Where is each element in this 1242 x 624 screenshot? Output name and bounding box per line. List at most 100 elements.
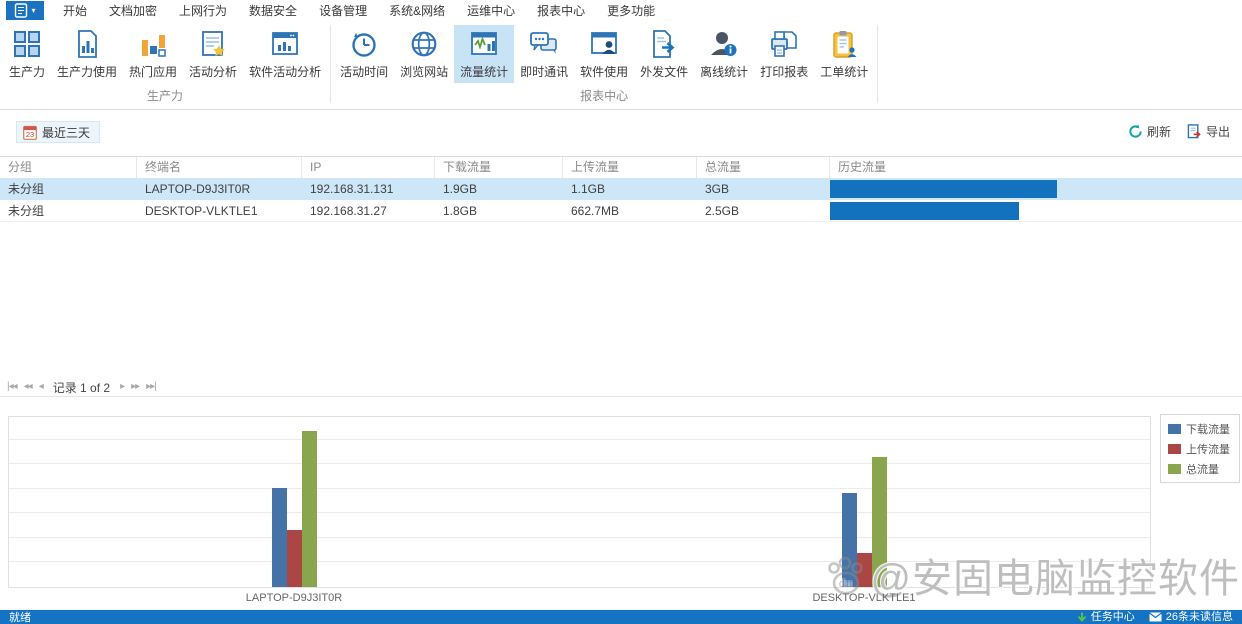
tab-internet-behavior[interactable]: 上网行为 bbox=[168, 0, 238, 23]
task-center-button[interactable]: 任务中心 bbox=[1077, 610, 1135, 624]
ribbon-item-software-activity-analysis[interactable]: 软件活动分析 bbox=[243, 25, 327, 83]
col-header-download[interactable]: 下载流量 bbox=[435, 157, 563, 178]
unread-messages-button[interactable]: 26条未读信息 bbox=[1149, 610, 1233, 624]
tab-data-security[interactable]: 数据安全 bbox=[238, 0, 308, 23]
mail-icon bbox=[1149, 612, 1162, 622]
first-page-icon[interactable]: |◂◂ bbox=[7, 381, 17, 393]
col-header-terminal[interactable]: 终端名 bbox=[137, 157, 302, 178]
ribbon-item-label: 生产力使用 bbox=[57, 63, 117, 80]
cell-ip: 192.168.31.27 bbox=[302, 200, 435, 221]
ribbon-item-label: 活动分析 bbox=[189, 63, 237, 80]
svg-text:23: 23 bbox=[26, 130, 34, 139]
col-header-upload[interactable]: 上传流量 bbox=[563, 157, 697, 178]
cell-total: 2.5GB bbox=[697, 200, 830, 221]
tab-report-center[interactable]: 报表中心 bbox=[526, 0, 596, 23]
ribbon-group-label: 报表中心 bbox=[331, 86, 877, 109]
col-header-ip[interactable]: IP bbox=[302, 157, 435, 178]
export-button[interactable]: 导出 bbox=[1187, 123, 1230, 140]
col-header-total[interactable]: 总流量 bbox=[697, 157, 830, 178]
doc-star-icon bbox=[198, 29, 228, 59]
hot-apps-bars-icon bbox=[138, 29, 168, 59]
tab-start[interactable]: 开始 bbox=[52, 0, 98, 23]
ribbon-item-instant-messaging[interactable]: 即时通讯 bbox=[514, 25, 574, 83]
report-toolbar: 23 最近三天 刷新 导出 bbox=[0, 110, 1242, 156]
legend-swatch bbox=[1168, 424, 1181, 434]
unread-messages-label: 26条未读信息 bbox=[1166, 610, 1233, 624]
menu-tabs: 开始 文档加密 上网行为 数据安全 设备管理 系统&网络 运维中心 报表中心 更… bbox=[52, 0, 666, 23]
refresh-label: 刷新 bbox=[1147, 123, 1171, 140]
tab-more-features[interactable]: 更多功能 bbox=[596, 0, 666, 23]
date-range-label: 最近三天 bbox=[42, 124, 90, 141]
grid-icon bbox=[12, 29, 42, 59]
cell-history bbox=[830, 178, 1242, 200]
ribbon-item-activity-analysis[interactable]: 活动分析 bbox=[183, 25, 243, 83]
ribbon-item-label: 工单统计 bbox=[820, 63, 868, 80]
ribbon-item-label: 即时通讯 bbox=[520, 63, 568, 80]
cell-ip: 192.168.31.131 bbox=[302, 178, 435, 200]
legend-swatch bbox=[1168, 464, 1181, 474]
ribbon-item-label: 软件活动分析 bbox=[249, 63, 321, 80]
ribbon-item-label: 流量统计 bbox=[460, 63, 508, 80]
ribbon-item-offline-stats[interactable]: 离线统计 bbox=[694, 25, 754, 83]
ribbon-item-productivity[interactable]: 生产力 bbox=[3, 25, 51, 83]
status-ready-label: 就绪 bbox=[9, 609, 31, 624]
ribbon-item-software-usage[interactable]: 软件使用 bbox=[574, 25, 634, 83]
chart-bar bbox=[857, 553, 872, 587]
ribbon-item-label: 浏览网站 bbox=[400, 63, 448, 80]
app-menu-button[interactable]: ▾ bbox=[6, 1, 44, 20]
chart-bar bbox=[842, 493, 857, 587]
tab-device-management[interactable]: 设备管理 bbox=[308, 0, 378, 23]
tab-system-network[interactable]: 系统&网络 bbox=[378, 0, 456, 23]
gridline bbox=[9, 512, 1150, 513]
chart-bar bbox=[272, 488, 287, 587]
chart-x-label: LAPTOP-D9J3IT0R bbox=[209, 592, 379, 604]
prev-page-icon[interactable]: ◂ bbox=[39, 381, 43, 393]
table-row[interactable]: 未分组 DESKTOP-VLKTLE1 192.168.31.27 1.8GB … bbox=[0, 200, 1242, 222]
cell-upload: 1.1GB bbox=[563, 178, 697, 200]
record-count-label: 记录 1 of 2 bbox=[53, 379, 110, 396]
ribbon-item-productivity-usage[interactable]: 生产力使用 bbox=[51, 25, 123, 83]
pagination-bar: |◂◂ ◂◂ ◂ 记录 1 of 2 ▸ ▸▸ ▸▸| bbox=[0, 378, 1242, 397]
ribbon-item-browse-websites[interactable]: 浏览网站 bbox=[394, 25, 454, 83]
legend-item: 下载流量 bbox=[1168, 421, 1233, 437]
cell-download: 1.9GB bbox=[435, 178, 563, 200]
next-block-icon[interactable]: ▸▸ bbox=[131, 381, 139, 393]
ribbon-item-activity-time[interactable]: 活动时间 bbox=[334, 25, 394, 83]
ribbon-item-hot-apps[interactable]: 热门应用 bbox=[123, 25, 183, 83]
cell-terminal: DESKTOP-VLKTLE1 bbox=[137, 200, 302, 221]
menu-bar: ▾ 开始 文档加密 上网行为 数据安全 设备管理 系统&网络 运维中心 报表中心… bbox=[0, 0, 1242, 21]
gridline bbox=[9, 439, 1150, 440]
history-bar bbox=[830, 202, 1019, 220]
legend-label: 下载流量 bbox=[1186, 421, 1230, 437]
window-chart-icon bbox=[270, 29, 300, 59]
next-page-icon[interactable]: ▸ bbox=[120, 381, 124, 393]
export-label: 导出 bbox=[1206, 123, 1230, 140]
refresh-button[interactable]: 刷新 bbox=[1128, 123, 1171, 140]
ribbon: 生产力 生产力使用 热门应用 活动分析 软件活动分析 bbox=[0, 21, 1242, 110]
legend-swatch bbox=[1168, 444, 1181, 454]
chart-x-label: DESKTOP-VLKTLE1 bbox=[779, 592, 949, 604]
cell-total: 3GB bbox=[697, 178, 830, 200]
col-header-history[interactable]: 历史流量 bbox=[830, 157, 1242, 178]
ribbon-group-productivity: 生产力 生产力使用 热门应用 活动分析 软件活动分析 bbox=[0, 21, 330, 109]
prev-block-icon[interactable]: ◂◂ bbox=[24, 381, 32, 393]
last-page-icon[interactable]: ▸▸| bbox=[146, 381, 156, 393]
gridline bbox=[9, 561, 1150, 562]
date-range-button[interactable]: 23 最近三天 bbox=[16, 121, 100, 143]
table-header-row: 分组 终端名 IP 下载流量 上传流量 总流量 历史流量 bbox=[0, 157, 1242, 178]
refresh-icon bbox=[1128, 124, 1143, 139]
col-header-group[interactable]: 分组 bbox=[0, 157, 137, 178]
legend-label: 上传流量 bbox=[1186, 441, 1230, 457]
tab-ops-center[interactable]: 运维中心 bbox=[456, 0, 526, 23]
table-row[interactable]: 未分组 LAPTOP-D9J3IT0R 192.168.31.131 1.9GB… bbox=[0, 178, 1242, 200]
task-center-label: 任务中心 bbox=[1091, 610, 1135, 624]
ribbon-item-label: 活动时间 bbox=[340, 63, 388, 80]
ribbon-item-traffic-stats[interactable]: 流量统计 bbox=[454, 25, 514, 83]
ribbon-item-print-reports[interactable]: 打印报表 bbox=[754, 25, 814, 83]
ribbon-item-work-order-stats[interactable]: 工单统计 bbox=[814, 25, 874, 83]
ribbon-item-label: 打印报表 bbox=[760, 63, 808, 80]
window-user-icon bbox=[589, 29, 619, 59]
app-window: ▾ 开始 文档加密 上网行为 数据安全 设备管理 系统&网络 运维中心 报表中心… bbox=[0, 0, 1242, 624]
ribbon-item-outgoing-files[interactable]: 外发文件 bbox=[634, 25, 694, 83]
tab-doc-encryption[interactable]: 文档加密 bbox=[98, 0, 168, 23]
